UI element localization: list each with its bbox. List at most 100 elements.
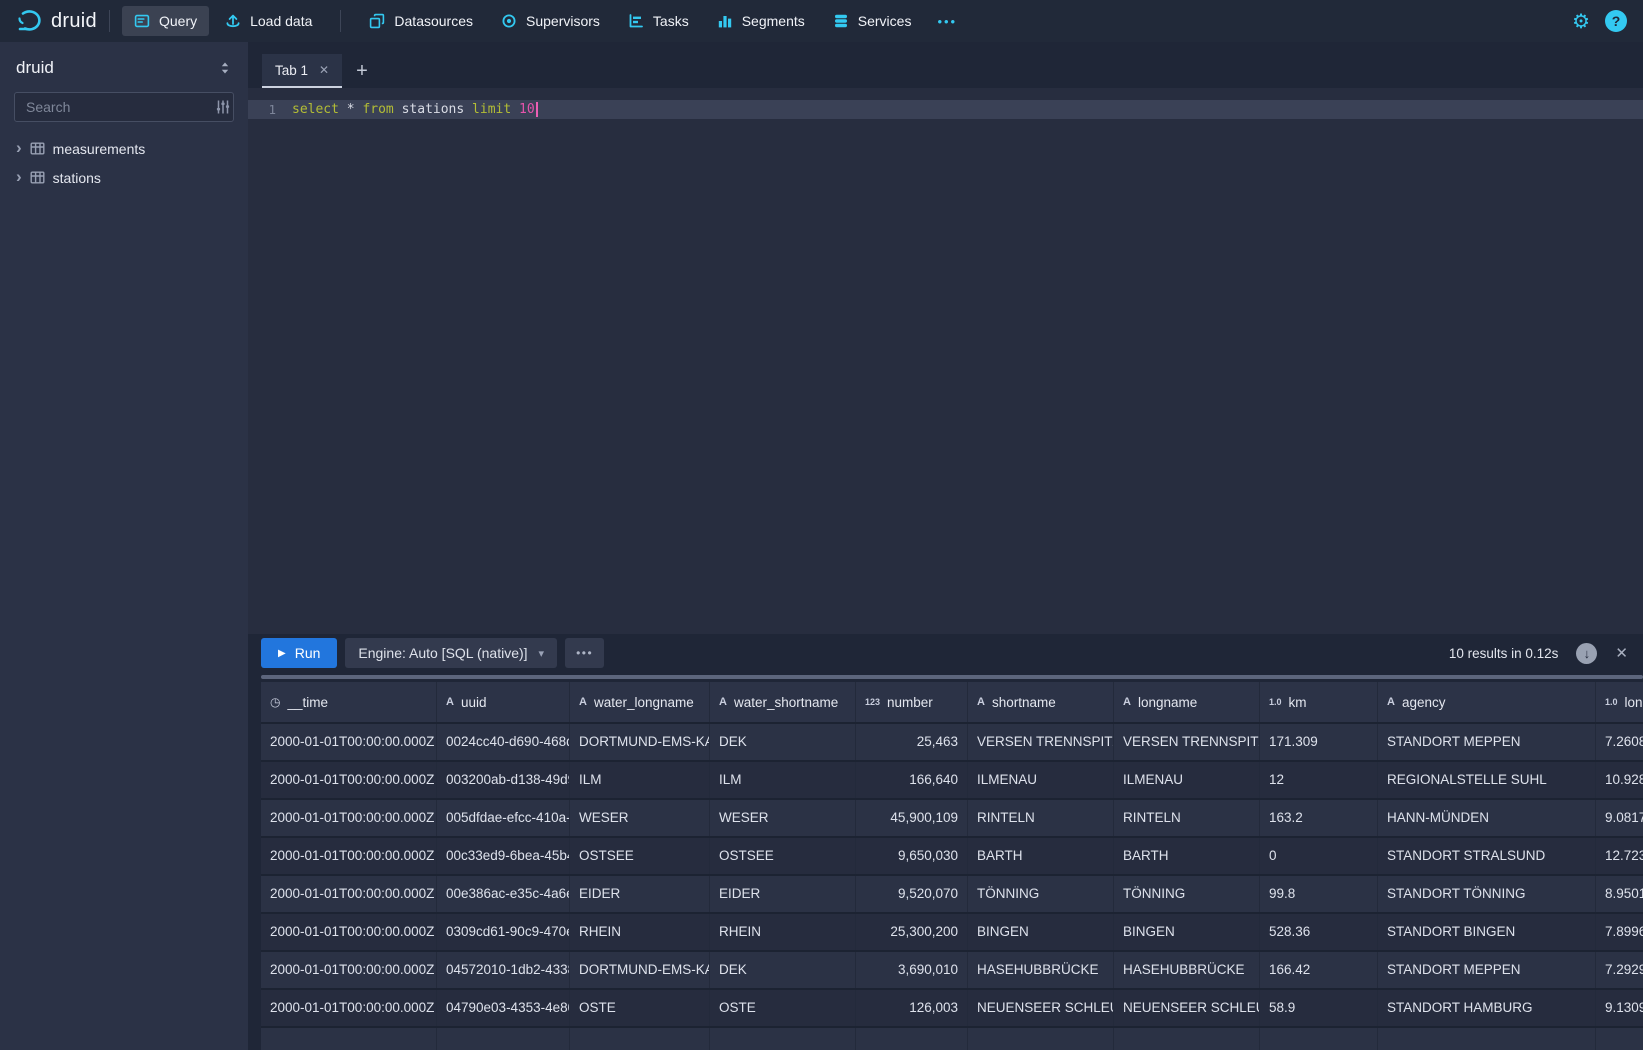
table-cell[interactable]: RHEIN [710,914,856,950]
table-cell[interactable]: OSTSEE [710,838,856,874]
table-cell[interactable]: 005dfdae-efcc-410a-bf1 [437,800,570,836]
table-cell[interactable]: 3,690,010 [856,952,968,988]
table-cell[interactable]: STANDORT STRALSUND [1378,838,1596,874]
table-cell[interactable] [710,1028,856,1050]
nav-item-services[interactable]: Services [821,6,924,36]
table-cell[interactable]: BARTH [968,838,1114,874]
table-cell[interactable]: WESER [570,800,710,836]
run-button[interactable]: ▶ Run [261,638,337,668]
table-cell[interactable]: RINTELN [1114,800,1260,836]
table-cell[interactable]: 2000-01-01T00:00:00.000Z [261,724,437,760]
table-cell[interactable]: 9.130902 [1596,990,1643,1026]
table-cell[interactable]: 0 [1260,838,1378,874]
column-header-water_longname[interactable]: Awater_longname [570,682,710,722]
table-cell[interactable]: 99.8 [1260,876,1378,912]
engine-select-button[interactable]: Engine: Auto [SQL (native)] ▾ [345,638,557,668]
table-cell[interactable]: 2000-01-01T00:00:00.000Z [261,762,437,798]
column-header-number[interactable]: 123number [856,682,968,722]
table-cell[interactable]: OSTE [570,990,710,1026]
table-cell[interactable]: 9,520,070 [856,876,968,912]
table-cell[interactable]: OSTE [710,990,856,1026]
table-cell[interactable]: NEUENSEER SCHLEUSEN [968,990,1114,1026]
table-cell[interactable]: 2000-01-01T00:00:00.000Z [261,876,437,912]
table-cell[interactable]: DEK [710,724,856,760]
table-cell[interactable]: STANDORT TÖNNING [1378,876,1596,912]
table-cell[interactable]: 58.9 [1260,990,1378,1026]
filter-sliders-icon[interactable] [215,99,231,115]
table-cell[interactable]: BINGEN [968,914,1114,950]
sql-editor[interactable]: 1 select * from stations limit 10 [248,88,1643,634]
close-results-icon[interactable]: ✕ [1615,644,1628,662]
table-cell[interactable] [570,1028,710,1050]
table-cell[interactable]: 12 [1260,762,1378,798]
column-header-longname[interactable]: Alongname [1114,682,1260,722]
table-cell[interactable]: 0024cc40-d690-468d-84 [437,724,570,760]
table-cell[interactable]: STANDORT BINGEN [1378,914,1596,950]
table-cell[interactable]: 8.950149 [1596,876,1643,912]
table-cell[interactable]: 00e386ac-e35c-4a6e-80 [437,876,570,912]
table-cell[interactable]: STANDORT HAMBURG [1378,990,1596,1026]
table-cell[interactable]: 45,900,109 [856,800,968,836]
tab-tab1[interactable]: Tab 1 ✕ [262,54,342,88]
table-cell[interactable]: 25,463 [856,724,968,760]
table-cell[interactable]: ILM [570,762,710,798]
column-header-km[interactable]: 1.0km [1260,682,1378,722]
table-cell[interactable]: 00c33ed9-6bea-45b4-87 [437,838,570,874]
table-cell[interactable]: EIDER [570,876,710,912]
pane-resize-handle[interactable] [261,675,1643,679]
table-cell[interactable] [968,1028,1114,1050]
table-cell[interactable]: BARTH [1114,838,1260,874]
table-cell[interactable]: EIDER [710,876,856,912]
more-menu-icon[interactable]: ••• [927,7,967,36]
table-cell[interactable]: TÖNNING [968,876,1114,912]
table-cell[interactable]: 7.292912 [1596,952,1643,988]
nav-item-query[interactable]: Query [122,6,209,36]
gear-icon[interactable]: ⚙ [1572,11,1590,31]
nav-item-supervisors[interactable]: Supervisors [489,6,612,36]
column-header-uuid[interactable]: Auuid [437,682,570,722]
table-cell[interactable]: VERSEN TRENNSPITZE [968,724,1114,760]
nav-item-tasks[interactable]: Tasks [616,6,701,36]
table-cell[interactable] [1114,1028,1260,1050]
tree-item-stations[interactable]: › stations [14,163,234,192]
nav-item-segments[interactable]: Segments [705,6,817,36]
column-header-shortname[interactable]: Ashortname [968,682,1114,722]
query-more-button[interactable]: ••• [565,638,604,668]
help-icon[interactable]: ? [1605,10,1627,32]
table-cell[interactable]: 2000-01-01T00:00:00.000Z [261,914,437,950]
table-cell[interactable] [856,1028,968,1050]
table-cell[interactable]: 9.081704 [1596,800,1643,836]
column-header-agency[interactable]: Aagency [1378,682,1596,722]
column-header-water_shortname[interactable]: Awater_shortname [710,682,856,722]
table-cell[interactable]: ILMENAU [968,762,1114,798]
nav-item-load-data[interactable]: Load data [213,6,324,36]
table-cell[interactable]: REGIONALSTELLE SUHL [1378,762,1596,798]
table-cell[interactable]: TÖNNING [1114,876,1260,912]
tree-item-measurements[interactable]: › measurements [14,134,234,163]
table-cell[interactable]: VERSEN TRENNSPITZE [1114,724,1260,760]
table-cell[interactable]: 10.928843 [1596,762,1643,798]
table-cell[interactable] [437,1028,570,1050]
table-cell[interactable]: STANDORT MEPPEN [1378,952,1596,988]
table-cell[interactable]: 2000-01-01T00:00:00.000Z [261,838,437,874]
table-cell[interactable]: 25,300,200 [856,914,968,950]
nav-item-datasources[interactable]: Datasources [357,6,485,36]
table-cell[interactable]: STANDORT MEPPEN [1378,724,1596,760]
double-caret-vertical-icon[interactable] [218,60,232,76]
download-icon[interactable]: ↓ [1576,643,1597,664]
column-header-longitude[interactable]: 1.0longitude [1596,682,1643,722]
table-cell[interactable]: 528.36 [1260,914,1378,950]
table-cell[interactable]: NEUENSEER SCHLEUSEN [1114,990,1260,1026]
table-cell[interactable]: 7.899667 [1596,914,1643,950]
table-cell[interactable]: 166,640 [856,762,968,798]
table-cell[interactable]: 163.2 [1260,800,1378,836]
table-cell[interactable]: 2000-01-01T00:00:00.000Z [261,800,437,836]
table-cell[interactable]: ILM [710,762,856,798]
table-cell[interactable]: 7.260856 [1596,724,1643,760]
table-cell[interactable]: 12.723226 [1596,838,1643,874]
table-cell[interactable]: RHEIN [570,914,710,950]
table-cell[interactable]: DORTMUND-EMS-KANAL [570,952,710,988]
table-cell[interactable]: 166.42 [1260,952,1378,988]
table-cell[interactable]: 04790e03-4353-4e80-be [437,990,570,1026]
search-input[interactable] [24,98,209,116]
